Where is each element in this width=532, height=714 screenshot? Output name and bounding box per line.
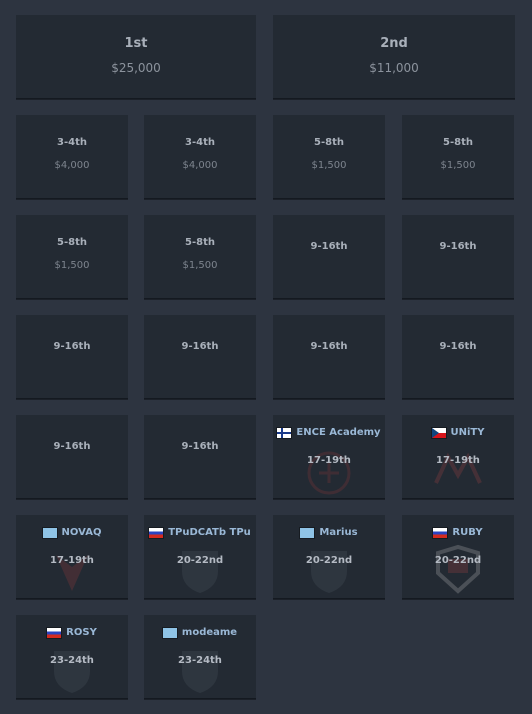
team-logo-icon [311,551,347,593]
team-card[interactable]: Marius 20-22nd [273,515,385,599]
place-label: 23-24th [50,655,94,666]
place-label: 9-16th [53,341,91,352]
place-label: 17-19th [436,455,480,466]
place-label: 17-19th [307,455,351,466]
prize-card: 9-16th [402,215,514,299]
czech-flag-icon [431,427,446,438]
place-label: 23-24th [178,655,222,666]
prize-amount: $11,000 [369,61,419,75]
team-name[interactable]: TPuDCATb TPu [168,527,251,538]
prize-amount: $1,500 [311,160,347,171]
team-name[interactable]: ENCE Academy [296,427,380,438]
team-name[interactable]: Marius [319,527,357,538]
place-label: 9-16th [181,341,219,352]
team-logo-icon [182,551,218,593]
place-label: 3-4th [185,137,215,148]
place-label: 5-8th [443,137,473,148]
team-logo-icon [307,451,351,495]
prize-card: 9-16th [273,315,385,399]
team-logo-icon [56,555,88,591]
prize-amount: $1,500 [440,160,476,171]
place-label: 3-4th [57,137,87,148]
team-card[interactable]: TPuDCATb TPu 20-22nd [144,515,256,599]
place-label: 2nd [380,36,408,51]
prize-card: 9-16th [144,415,256,499]
team-name[interactable]: modeame [182,627,237,638]
team-name[interactable]: RUBY [452,527,482,538]
prize-card-second: 2nd $11,000 [273,15,515,99]
prize-amount: $25,000 [111,61,161,75]
prize-card: 9-16th [16,315,128,399]
prize-amount: $1,500 [54,260,90,271]
team-logo-icon [434,452,482,484]
place-label: 20-22nd [305,555,353,566]
finland-flag-icon [277,427,292,438]
place-label: 5-8th [185,237,215,248]
russia-flag-icon [149,527,164,538]
team-logo-icon [54,651,90,693]
prize-amount: $4,000 [182,160,218,171]
prize-card: 5-8th $1,500 [273,115,385,199]
place-label: 17-19th [50,555,94,566]
place-label: 5-8th [314,137,344,148]
prize-card: 9-16th [402,315,514,399]
place-label: 5-8th [57,237,87,248]
prize-card-first: 1st $25,000 [16,15,256,99]
place-label: 20-22nd [176,555,224,566]
prize-card: 3-4th $4,000 [16,115,128,199]
unknown-flag-icon [162,627,177,638]
prize-card: 5-8th $1,500 [144,215,256,299]
place-label: 9-16th [310,241,348,252]
team-logo-icon [182,651,218,693]
team-logo-icon [436,544,480,594]
team-card[interactable]: ROSY 23-24th [16,615,128,699]
prize-amount: $4,000 [54,160,90,171]
team-card[interactable]: ENCE Academy 17-19th [273,415,385,499]
prize-card: 5-8th $1,500 [402,115,514,199]
team-name[interactable]: NOVAQ [62,527,102,538]
place-label: 9-16th [181,441,219,452]
place-label: 1st [124,36,148,51]
prize-card: 3-4th $4,000 [144,115,256,199]
team-card[interactable]: modeame 23-24th [144,615,256,699]
team-card[interactable]: NOVAQ 17-19th [16,515,128,599]
team-name[interactable]: UNiTY [451,427,485,438]
place-label: 9-16th [53,441,91,452]
prize-card: 5-8th $1,500 [16,215,128,299]
prize-card: 9-16th [144,315,256,399]
team-card[interactable]: UNiTY 17-19th [402,415,514,499]
unknown-flag-icon [42,527,57,538]
prize-card: 9-16th [273,215,385,299]
place-label: 9-16th [310,341,348,352]
place-label: 9-16th [439,341,477,352]
russia-flag-icon [433,527,448,538]
prize-amount: $1,500 [182,260,218,271]
unknown-flag-icon [300,527,315,538]
prize-card: 9-16th [16,415,128,499]
place-label: 9-16th [439,241,477,252]
team-name[interactable]: ROSY [66,627,97,638]
russia-flag-icon [47,627,62,638]
place-label: 20-22nd [434,555,482,566]
team-card[interactable]: RUBY 20-22nd [402,515,514,599]
